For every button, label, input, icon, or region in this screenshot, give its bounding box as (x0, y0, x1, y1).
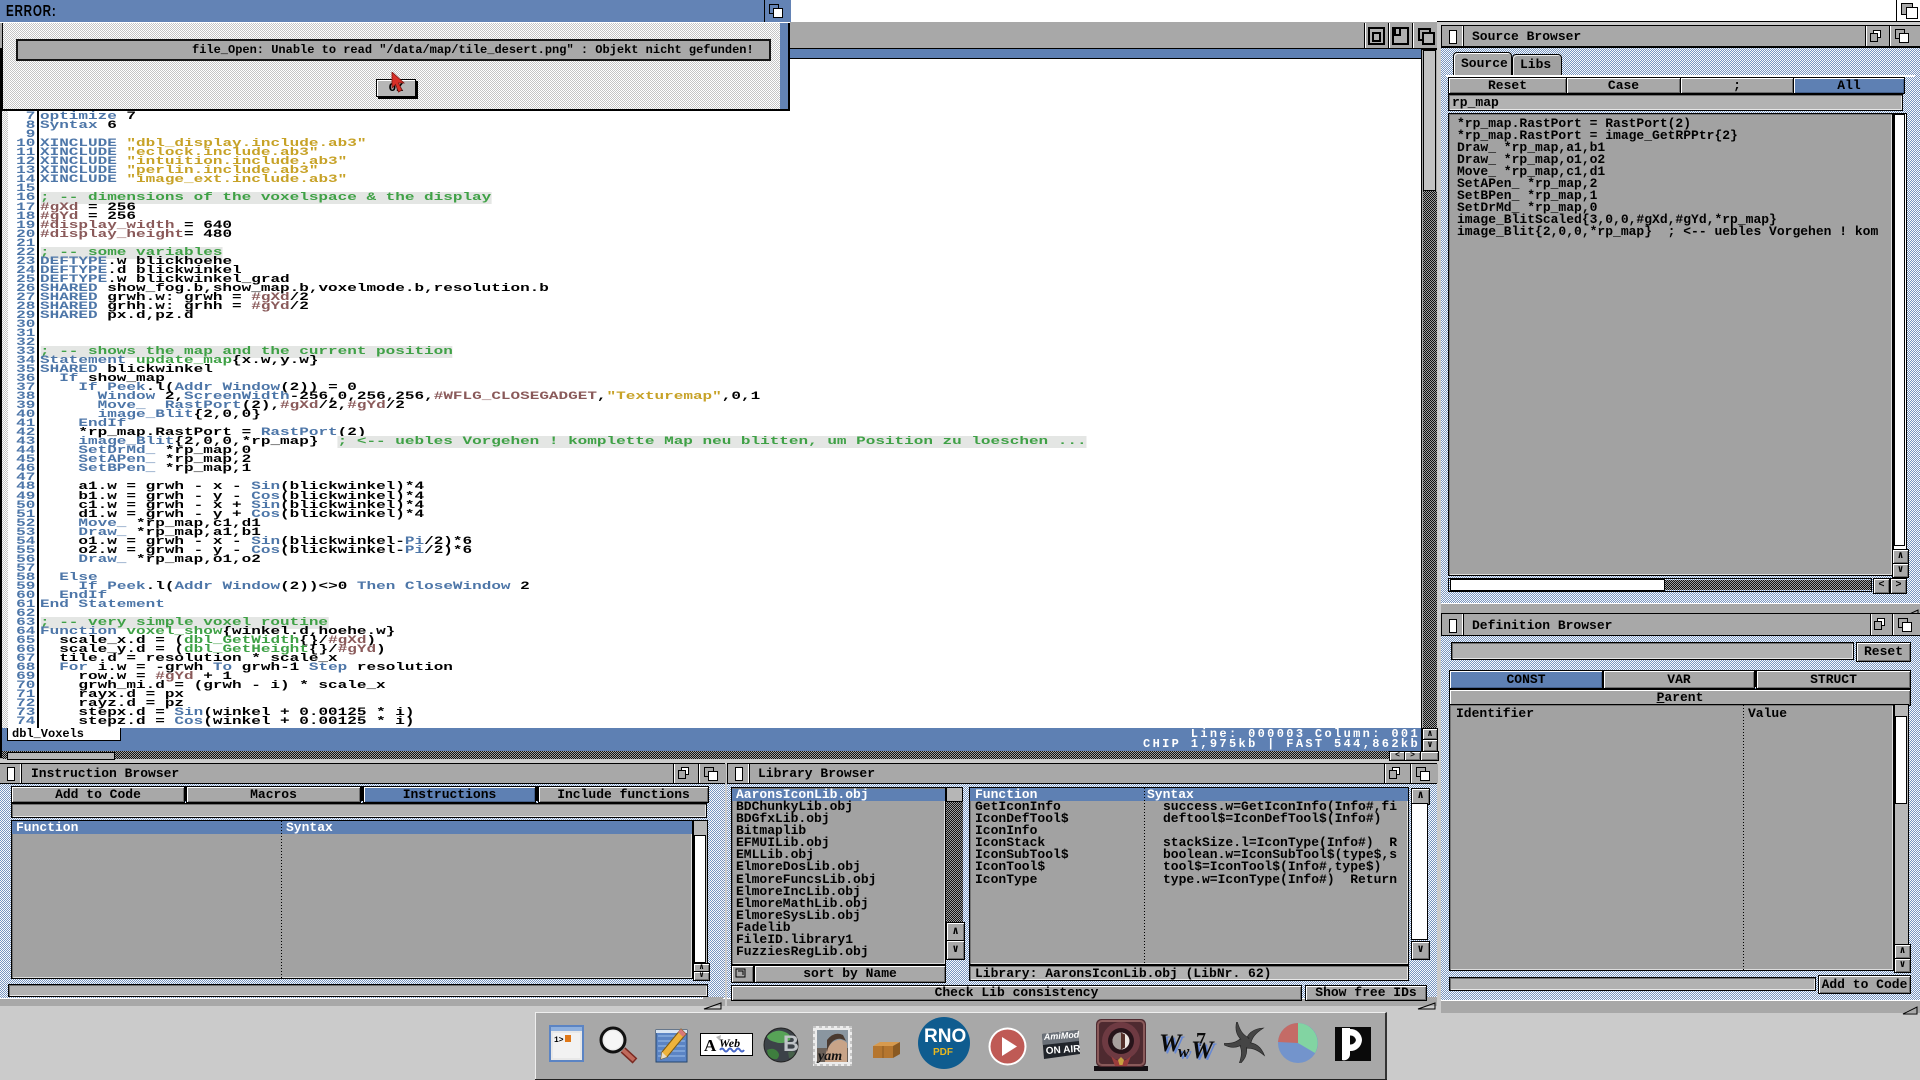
svg-text:w: w (1178, 1042, 1190, 1060)
svg-text:A: A (704, 1036, 717, 1055)
svg-text:PDF: PDF (933, 1047, 953, 1058)
svg-text:ON AIR: ON AIR (1045, 1044, 1080, 1057)
svg-text:W: W (1191, 1037, 1215, 1060)
svg-text:RNO: RNO (924, 1026, 966, 1047)
svg-text:1>: 1> (554, 1036, 564, 1045)
svg-text:B: B (783, 1031, 799, 1056)
svg-text:yam: yam (816, 1049, 842, 1064)
